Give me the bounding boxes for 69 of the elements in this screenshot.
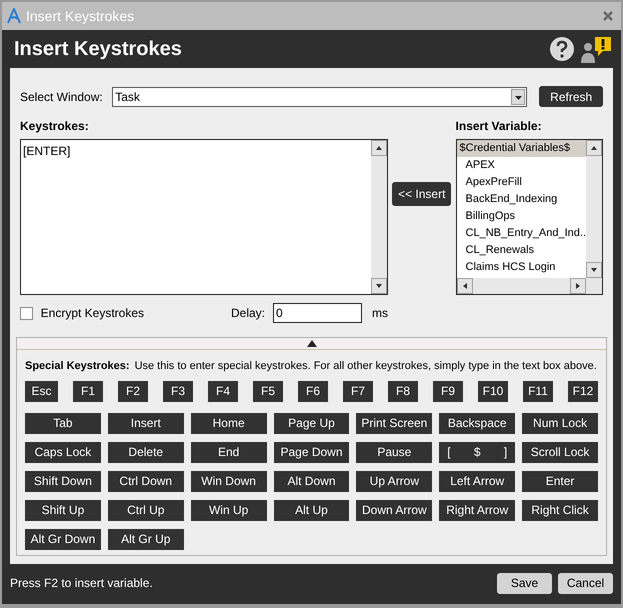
key-button[interactable]: Alt Gr Down (25, 528, 101, 550)
key-button[interactable]: Enter (522, 470, 598, 492)
function-key-button[interactable]: F7 (343, 380, 373, 402)
key-button[interactable]: Win Down (190, 470, 267, 492)
function-key-button[interactable]: F12 (568, 380, 598, 402)
key-button[interactable]: Delete (108, 442, 184, 462)
delay-field[interactable]: 0 (273, 303, 362, 323)
key-button[interactable]: Win Up (190, 500, 267, 520)
select-window-label: Select Window: (20, 88, 104, 106)
delay-unit: ms (372, 305, 388, 322)
key-button[interactable]: Tab (25, 412, 101, 434)
status-text: Press F2 to insert variable. (10, 575, 154, 592)
function-key-button[interactable]: F8 (388, 380, 418, 402)
key-button[interactable]: Shift Up (25, 500, 101, 520)
key-button[interactable]: Print Screen (356, 412, 432, 434)
key-button[interactable]: Alt Up (274, 500, 350, 520)
key-button[interactable]: Ctrl Up (108, 500, 184, 520)
key-button[interactable]: Home (190, 412, 267, 434)
key-button[interactable]: Page Down (274, 442, 350, 462)
key-button[interactable]: Page Up (274, 412, 350, 434)
function-key-button[interactable]: F11 (523, 380, 553, 402)
variable-item[interactable]: CL_Renewals (456, 242, 586, 259)
footer-button[interactable]: Save (497, 572, 552, 594)
variable-item[interactable]: BillingOps (456, 208, 586, 225)
key-button[interactable]: [ $ ] (439, 442, 516, 462)
key-button[interactable]: Up Arrow (356, 470, 432, 492)
key-button[interactable]: Alt Down (274, 470, 350, 492)
key-button[interactable]: Caps Lock (25, 442, 101, 462)
key-button[interactable]: Shift Down (25, 470, 101, 492)
variable-item[interactable]: ApexPreFill (456, 174, 586, 191)
function-key-button[interactable]: F1 (73, 380, 103, 402)
function-key-button[interactable]: F9 (433, 380, 463, 402)
key-button[interactable]: Backspace (439, 412, 516, 434)
variable-item[interactable]: BackEnd_Indexing (456, 191, 586, 208)
key-button[interactable]: Insert (108, 412, 184, 434)
insert-variable-label: Insert Variable: (456, 118, 543, 135)
function-key-button[interactable]: F4 (208, 380, 238, 402)
keystrokes-label: Keystrokes: (20, 118, 90, 135)
encrypt-label: Encrypt Keystrokes (40, 305, 146, 322)
key-button[interactable]: End (190, 442, 267, 462)
special-keystrokes-label: Special Keystrokes: (25, 359, 130, 374)
key-button[interactable]: Down Arrow (356, 500, 432, 520)
key-button[interactable]: Num Lock (522, 412, 598, 434)
dialog-title: Insert Keystrokes (14, 37, 182, 62)
footer-button[interactable]: Cancel (558, 572, 613, 594)
key-button[interactable]: Ctrl Down (108, 470, 184, 492)
key-button[interactable]: Right Arrow (439, 500, 516, 520)
special-keystrokes-hint: Use this to enter special keystrokes. For all other keystrokes, simply type in the text box above. (134, 359, 597, 374)
variable-item[interactable]: $Credential Variables$ (456, 140, 586, 157)
key-button[interactable]: Left Arrow (439, 470, 516, 492)
select-window-dropdown[interactable]: Task (112, 86, 528, 106)
variable-item[interactable]: Claims HCS Login (456, 259, 586, 276)
function-key-button[interactable]: F2 (118, 380, 148, 402)
window-title: Insert Keystrokes (26, 6, 134, 26)
variable-item[interactable]: CL_NB_Entry_And_Ind.. (456, 225, 586, 242)
function-key-button[interactable]: F6 (298, 380, 328, 402)
refresh-button[interactable]: Refresh (539, 86, 603, 107)
key-button[interactable]: Pause (356, 442, 432, 462)
function-key-button[interactable]: F5 (253, 380, 283, 402)
insert-button[interactable]: << Insert (392, 182, 452, 206)
function-key-button[interactable]: F10 (478, 380, 508, 402)
delay-label: Delay: (230, 305, 265, 322)
key-button[interactable]: Alt Gr Up (108, 528, 184, 550)
function-key-button[interactable]: F3 (163, 380, 193, 402)
key-button[interactable]: Scroll Lock (522, 442, 598, 462)
function-key-button[interactable]: Esc (25, 380, 58, 402)
key-button[interactable]: Right Click (522, 500, 598, 520)
variable-item[interactable]: APEX (456, 157, 586, 174)
keystrokes-text-area[interactable]: [ENTER] (20, 139, 388, 295)
